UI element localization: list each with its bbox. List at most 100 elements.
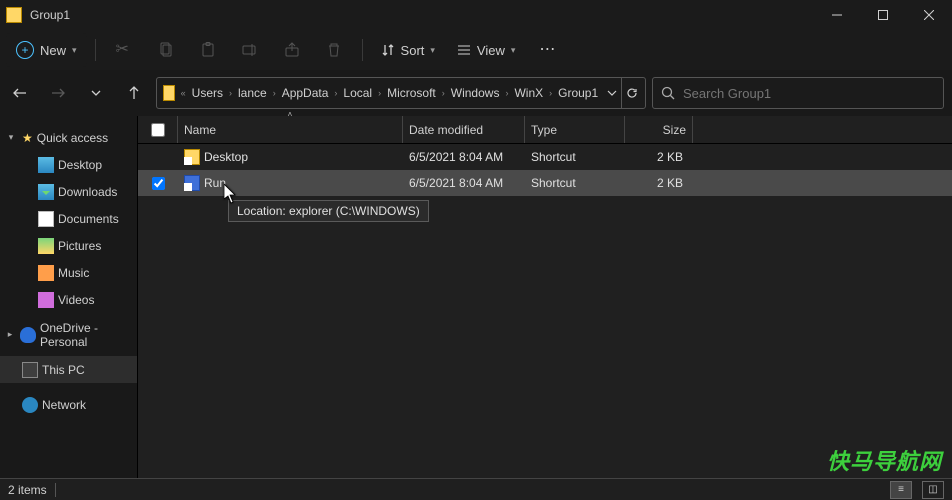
rename-icon xyxy=(242,42,258,58)
file-type: Shortcut xyxy=(531,150,576,164)
column-header-modified[interactable]: Date modified xyxy=(403,116,525,143)
item-count: 2 items xyxy=(8,483,47,497)
title-bar: Group1 xyxy=(0,0,952,30)
cut-icon: ✂ xyxy=(116,42,132,58)
file-modified: 6/5/2021 8:04 AM xyxy=(409,176,503,190)
sidebar-item-label: Pictures xyxy=(58,239,101,253)
sort-label: Sort xyxy=(401,43,425,58)
trash-icon xyxy=(326,42,342,58)
videos-icon xyxy=(38,292,54,308)
sort-button[interactable]: Sort ▾ xyxy=(371,33,445,67)
share-icon xyxy=(284,42,300,58)
file-row[interactable]: Run 6/5/2021 8:04 AM Shortcut 2 KB xyxy=(138,170,952,196)
breadcrumb-crumb[interactable]: Users xyxy=(188,86,227,100)
sort-indicator-icon: ˄ xyxy=(288,110,293,119)
select-all-checkbox[interactable] xyxy=(138,116,178,143)
address-bar[interactable]: « Users › lance › AppData › Local › Micr… xyxy=(156,77,646,109)
desktop-icon xyxy=(38,157,54,173)
shortcut-icon xyxy=(184,149,200,165)
paste-button xyxy=(188,33,228,67)
sidebar-quick-access[interactable]: ▾ ★ Quick access xyxy=(0,124,137,151)
column-label: Size xyxy=(663,123,686,137)
chevron-right-icon: › xyxy=(376,88,383,98)
minimize-button[interactable] xyxy=(814,0,860,30)
sidebar-item-documents[interactable]: Documents xyxy=(0,205,137,232)
breadcrumb-crumb[interactable]: Local xyxy=(339,86,376,100)
sidebar-item-label: Network xyxy=(42,398,86,412)
status-bar: 2 items ≡ ◫ xyxy=(0,478,952,500)
new-button[interactable]: + New ▾ xyxy=(6,33,87,67)
maximize-button[interactable] xyxy=(860,0,906,30)
refresh-button[interactable] xyxy=(621,78,641,108)
column-header-size[interactable]: Size xyxy=(625,116,693,143)
plus-circle-icon: + xyxy=(16,41,34,59)
sidebar-this-pc[interactable]: This PC xyxy=(0,356,137,383)
file-size: 2 KB xyxy=(657,150,683,164)
sort-icon xyxy=(381,43,395,57)
column-label: Date modified xyxy=(409,123,483,137)
file-name: Desktop xyxy=(204,150,248,164)
window-title: Group1 xyxy=(30,8,70,22)
details-view-button[interactable]: ≡ xyxy=(890,481,912,499)
address-history-button[interactable] xyxy=(602,78,621,108)
sidebar-item-videos[interactable]: Videos xyxy=(0,286,137,313)
file-row[interactable]: Desktop 6/5/2021 8:04 AM Shortcut 2 KB xyxy=(138,144,952,170)
up-button[interactable] xyxy=(118,77,150,109)
pc-icon xyxy=(22,362,38,378)
navigation-row: « Users › lance › AppData › Local › Micr… xyxy=(0,70,952,116)
row-checkbox[interactable] xyxy=(138,170,178,196)
tooltip: Location: explorer (C:\WINDOWS) xyxy=(228,200,429,222)
search-icon xyxy=(661,86,675,100)
thumbnails-view-button[interactable]: ◫ xyxy=(922,481,944,499)
shortcut-icon xyxy=(184,175,200,191)
new-label: New xyxy=(40,43,66,58)
view-button[interactable]: View ▾ xyxy=(447,33,525,67)
breadcrumb-crumb[interactable]: AppData xyxy=(278,86,333,100)
row-checkbox[interactable] xyxy=(138,144,178,170)
more-icon: ⋯ xyxy=(539,42,555,58)
file-modified: 6/5/2021 8:04 AM xyxy=(409,150,503,164)
recent-locations-button[interactable] xyxy=(80,77,112,109)
folder-icon xyxy=(163,85,175,101)
sidebar-item-music[interactable]: Music xyxy=(0,259,137,286)
chevron-right-icon[interactable]: ▸ xyxy=(4,329,16,340)
chevron-right-icon: › xyxy=(547,88,554,98)
breadcrumb-crumb[interactable]: lance xyxy=(234,86,271,100)
copy-icon xyxy=(158,42,174,58)
navigation-pane: ▾ ★ Quick access Desktop Downloads Docum… xyxy=(0,116,138,482)
network-icon xyxy=(22,397,38,413)
column-headers: ˄ Name Date modified Type Size xyxy=(138,116,952,144)
more-button[interactable]: ⋯ xyxy=(527,33,567,67)
sidebar-item-label: Desktop xyxy=(58,158,102,172)
pictures-icon xyxy=(38,238,54,254)
back-button[interactable] xyxy=(4,77,36,109)
breadcrumb-crumb[interactable]: Windows xyxy=(447,86,504,100)
breadcrumb-crumb[interactable]: Group1 xyxy=(554,86,602,100)
music-icon xyxy=(38,265,54,281)
column-header-name[interactable]: ˄ Name xyxy=(178,116,403,143)
sidebar-onedrive[interactable]: ▸ OneDrive - Personal xyxy=(0,321,137,348)
share-button xyxy=(272,33,312,67)
sidebar-item-desktop[interactable]: Desktop xyxy=(0,151,137,178)
chevron-down-icon: ▾ xyxy=(511,45,516,56)
tooltip-text: Location: explorer (C:\WINDOWS) xyxy=(237,204,420,218)
search-input[interactable] xyxy=(683,86,935,101)
column-header-type[interactable]: Type xyxy=(525,116,625,143)
cloud-icon xyxy=(20,327,36,343)
sidebar-item-label: OneDrive - Personal xyxy=(40,321,133,349)
sidebar-network[interactable]: Network xyxy=(0,391,137,418)
chevron-right-icon: › xyxy=(332,88,339,98)
delete-button xyxy=(314,33,354,67)
chevron-right-icon: › xyxy=(440,88,447,98)
chevron-down-icon[interactable]: ▾ xyxy=(4,132,18,143)
chevron-right-icon: › xyxy=(227,88,234,98)
file-list-pane: ˄ Name Date modified Type Size Desktop 6… xyxy=(138,116,952,482)
sidebar-item-pictures[interactable]: Pictures xyxy=(0,232,137,259)
main-area: ▾ ★ Quick access Desktop Downloads Docum… xyxy=(0,116,952,482)
search-box[interactable] xyxy=(652,77,944,109)
view-icon xyxy=(457,43,471,57)
close-button[interactable] xyxy=(906,0,952,30)
breadcrumb-crumb[interactable]: Microsoft xyxy=(383,86,440,100)
breadcrumb-crumb[interactable]: WinX xyxy=(510,86,547,100)
sidebar-item-downloads[interactable]: Downloads xyxy=(0,178,137,205)
